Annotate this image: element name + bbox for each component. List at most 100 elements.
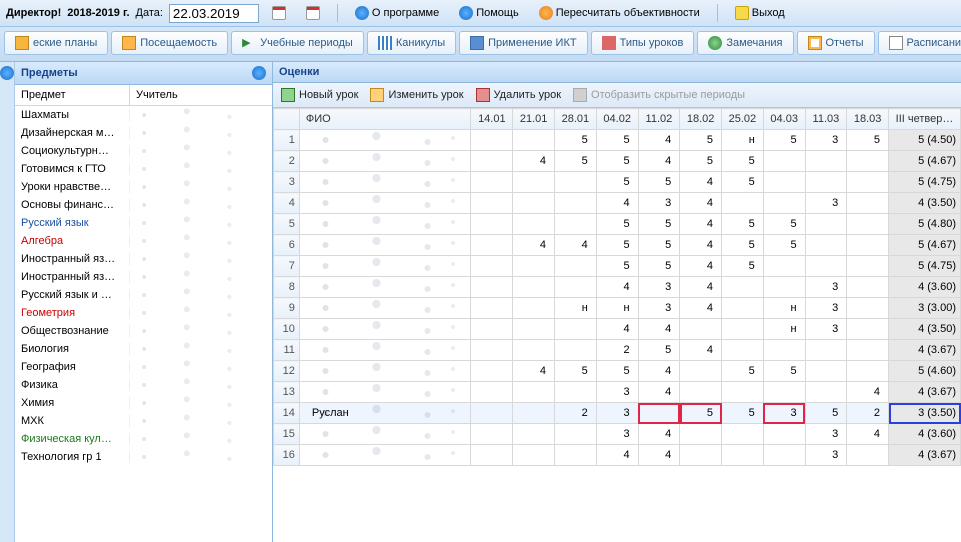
- grade-cell[interactable]: [513, 403, 555, 424]
- tab-reports[interactable]: Отчеты: [797, 31, 875, 55]
- student-row[interactable]: 112544 (3.67): [274, 340, 961, 361]
- grade-cell[interactable]: [847, 193, 889, 214]
- grade-cell[interactable]: 3: [638, 298, 680, 319]
- grade-cell[interactable]: 4: [638, 151, 680, 172]
- grade-cell[interactable]: 5: [638, 235, 680, 256]
- subject-row[interactable]: Биология: [15, 340, 272, 358]
- grade-cell[interactable]: 5: [680, 151, 722, 172]
- grade-cell[interactable]: [513, 298, 555, 319]
- grade-cell[interactable]: 5: [722, 403, 764, 424]
- grade-cell[interactable]: [471, 235, 513, 256]
- subject-row[interactable]: Основы финанс…: [15, 196, 272, 214]
- grade-cell[interactable]: 4: [680, 235, 722, 256]
- col-date[interactable]: 04.03: [763, 109, 805, 130]
- grade-cell[interactable]: 4: [596, 445, 638, 466]
- student-row[interactable]: 443434 (3.50): [274, 193, 961, 214]
- subject-row[interactable]: Дизайнерская м…: [15, 124, 272, 142]
- subject-row[interactable]: Геометрия: [15, 304, 272, 322]
- grade-cell[interactable]: 5: [596, 151, 638, 172]
- grade-cell[interactable]: [763, 256, 805, 277]
- grade-cell[interactable]: [555, 214, 597, 235]
- grade-cell[interactable]: [847, 361, 889, 382]
- grade-cell[interactable]: [847, 256, 889, 277]
- grade-cell[interactable]: 5: [638, 214, 680, 235]
- date-picker[interactable]: [299, 3, 327, 23]
- grade-cell[interactable]: [471, 319, 513, 340]
- grade-cell[interactable]: [555, 424, 597, 445]
- grade-cell[interactable]: 5: [680, 403, 722, 424]
- grade-cell[interactable]: [471, 361, 513, 382]
- grade-cell[interactable]: 4: [513, 151, 555, 172]
- grade-cell[interactable]: 4: [680, 277, 722, 298]
- grade-cell[interactable]: [847, 214, 889, 235]
- grade-cell[interactable]: н: [596, 298, 638, 319]
- col-date[interactable]: 11.03: [805, 109, 847, 130]
- grade-cell[interactable]: [555, 319, 597, 340]
- grade-cell[interactable]: 3: [596, 424, 638, 445]
- student-row[interactable]: 14Руслан23553523 (3.50): [274, 403, 961, 424]
- grade-cell[interactable]: [555, 445, 597, 466]
- grade-cell[interactable]: [471, 130, 513, 151]
- grade-cell[interactable]: 5: [722, 361, 764, 382]
- subject-row[interactable]: Уроки нравстве…: [15, 178, 272, 196]
- col-date[interactable]: 18.03: [847, 109, 889, 130]
- grade-cell[interactable]: [847, 172, 889, 193]
- grade-cell[interactable]: [805, 151, 847, 172]
- grade-cell[interactable]: 5: [555, 361, 597, 382]
- col-teacher[interactable]: Учитель: [130, 85, 184, 105]
- subject-row[interactable]: Обществознание: [15, 322, 272, 340]
- grade-cell[interactable]: 4: [680, 193, 722, 214]
- grade-cell[interactable]: 4: [596, 193, 638, 214]
- grade-cell[interactable]: [471, 403, 513, 424]
- grade-cell[interactable]: 4: [596, 319, 638, 340]
- grade-cell[interactable]: 5: [638, 256, 680, 277]
- grade-cell[interactable]: 4: [680, 298, 722, 319]
- grade-cell[interactable]: [805, 172, 847, 193]
- grade-cell[interactable]: 5: [555, 130, 597, 151]
- grade-cell[interactable]: [847, 340, 889, 361]
- grade-cell[interactable]: [722, 277, 764, 298]
- grade-cell[interactable]: [722, 298, 764, 319]
- subject-row[interactable]: География: [15, 358, 272, 376]
- student-row[interactable]: 1044н34 (3.50): [274, 319, 961, 340]
- grade-cell[interactable]: [555, 277, 597, 298]
- tab-periods[interactable]: ▶Учебные периоды: [231, 31, 364, 55]
- grade-cell[interactable]: 5: [555, 151, 597, 172]
- subject-row[interactable]: Иностранный яз…: [15, 268, 272, 286]
- grade-cell[interactable]: [513, 340, 555, 361]
- grade-cell[interactable]: 4: [638, 445, 680, 466]
- tab-schedule[interactable]: Расписание: [878, 31, 961, 55]
- grade-cell[interactable]: [513, 214, 555, 235]
- col-date[interactable]: 11.02: [638, 109, 680, 130]
- grade-cell[interactable]: [555, 382, 597, 403]
- grade-cell[interactable]: 4: [680, 172, 722, 193]
- subject-row[interactable]: Иностранный яз…: [15, 250, 272, 268]
- grade-cell[interactable]: 4: [680, 340, 722, 361]
- col-num[interactable]: [274, 109, 300, 130]
- tab-vacation[interactable]: Каникулы: [367, 31, 456, 55]
- grade-cell[interactable]: 3: [805, 298, 847, 319]
- grade-cell[interactable]: 4: [638, 382, 680, 403]
- col-subject[interactable]: Предмет: [15, 85, 130, 105]
- grade-cell[interactable]: 2: [555, 403, 597, 424]
- edit-lesson-button[interactable]: Изменить урок: [370, 88, 463, 102]
- tab-attendance[interactable]: Посещаемость: [111, 31, 228, 55]
- grade-cell[interactable]: [513, 172, 555, 193]
- exit-button[interactable]: Выход: [728, 3, 792, 23]
- grade-cell[interactable]: [847, 445, 889, 466]
- grade-cell[interactable]: [805, 340, 847, 361]
- tab-ikt[interactable]: Применение ИКТ: [459, 31, 587, 55]
- grade-cell[interactable]: 5: [596, 172, 638, 193]
- grade-cell[interactable]: [847, 151, 889, 172]
- delete-lesson-button[interactable]: Удалить урок: [476, 88, 561, 102]
- grade-cell[interactable]: 3: [805, 130, 847, 151]
- tab-notes[interactable]: Замечания: [697, 31, 793, 55]
- grade-cell[interactable]: [471, 424, 513, 445]
- col-date[interactable]: 14.01: [471, 109, 513, 130]
- grade-cell[interactable]: 5: [722, 151, 764, 172]
- grade-cell[interactable]: 3: [805, 319, 847, 340]
- student-row[interactable]: 1534344 (3.60): [274, 424, 961, 445]
- student-row[interactable]: 755455 (4.75): [274, 256, 961, 277]
- grade-cell[interactable]: [763, 445, 805, 466]
- grade-cell[interactable]: 5: [638, 340, 680, 361]
